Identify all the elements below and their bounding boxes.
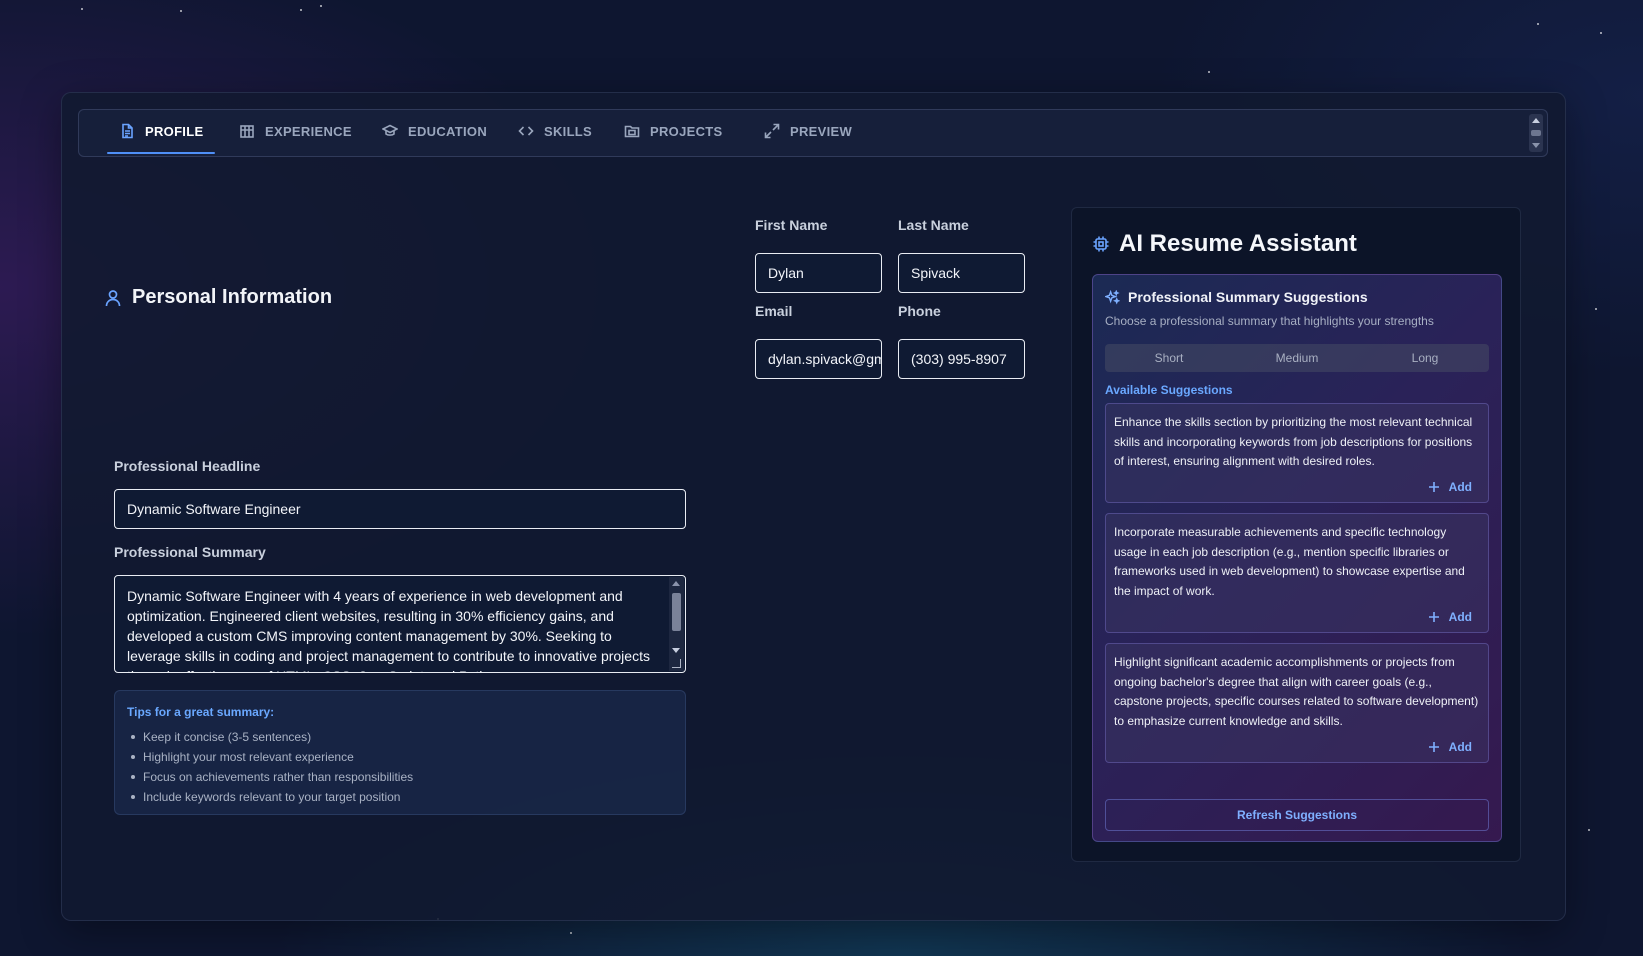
tab-profile[interactable]: PROFILE <box>106 110 216 154</box>
suggestion-text: Incorporate measurable achievements and … <box>1114 525 1465 598</box>
summary-textarea[interactable]: Dynamic Software Engineer with 4 years o… <box>114 575 686 673</box>
length-selector: Short Medium Long <box>1105 344 1489 372</box>
tab-bar: PROFILE EXPERIENCE EDUCATION SKILLS PROJ… <box>78 109 1548 157</box>
graduation-cap-icon <box>382 124 398 136</box>
email-field[interactable]: dylan.spivack@gmail.com <box>755 339 882 379</box>
ai-assistant-title: AI Resume Assistant <box>1092 230 1357 258</box>
plus-icon <box>1428 612 1439 622</box>
cpu-chip-icon <box>1093 236 1109 252</box>
suggestion-card: Incorporate measurable achievements and … <box>1105 513 1489 633</box>
tab-label: EDUCATION <box>408 123 488 139</box>
tab-label: PROJECTS <box>650 123 723 139</box>
add-label: Add <box>1448 480 1472 494</box>
add-label: Add <box>1448 740 1472 754</box>
tips-title: Tips for a great summary: <box>127 705 275 719</box>
summary-scrollbar[interactable] <box>669 577 684 657</box>
add-suggestion-button[interactable]: Add <box>1428 740 1472 754</box>
summary-label: Professional Summary <box>114 544 266 560</box>
document-icon <box>122 123 133 139</box>
add-label: Add <box>1448 610 1472 624</box>
tab-projects[interactable]: PROJECTS <box>624 110 722 152</box>
ai-assistant-title-text: AI Resume Assistant <box>1119 230 1357 257</box>
tips-list: Keep it concise (3-5 sentences) Highligh… <box>127 727 673 807</box>
tip-item: Keep it concise (3-5 sentences) <box>127 727 673 747</box>
tab-label: EXPERIENCE <box>265 123 352 139</box>
code-icon <box>518 126 534 136</box>
resume-builder-card: PROFILE EXPERIENCE EDUCATION SKILLS PROJ… <box>61 92 1566 921</box>
suggestion-card: Enhance the skills section by prioritizi… <box>1105 403 1489 503</box>
last-name-label: Last Name <box>898 217 969 233</box>
add-suggestion-button[interactable]: Add <box>1428 610 1472 624</box>
summary-text: Dynamic Software Engineer with 4 years o… <box>127 588 650 672</box>
tab-label: PREVIEW <box>790 123 853 139</box>
tip-item: Highlight your most relevant experience <box>127 747 673 767</box>
plus-icon <box>1428 742 1439 752</box>
first-name-field[interactable]: Dylan <box>755 253 882 293</box>
phone-field[interactable]: (303) 995-8907 <box>898 339 1025 379</box>
tab-education[interactable]: EDUCATION <box>382 110 487 152</box>
add-suggestion-button[interactable]: Add <box>1428 480 1472 494</box>
tab-scrollbar[interactable] <box>1529 114 1543 152</box>
ai-assistant-panel: AI Resume Assistant Professional Summary… <box>1071 207 1521 862</box>
length-medium-button[interactable]: Medium <box>1233 344 1361 372</box>
headline-field[interactable]: Dynamic Software Engineer <box>114 489 686 529</box>
tip-item: Include keywords relevant to your target… <box>127 787 673 807</box>
length-long-button[interactable]: Long <box>1361 344 1489 372</box>
summary-tips: Tips for a great summary: Keep it concis… <box>114 690 686 815</box>
last-name-field[interactable]: Spivack <box>898 253 1025 293</box>
tab-label: PROFILE <box>145 123 204 139</box>
section-title: Personal Information <box>104 286 332 309</box>
user-icon <box>105 289 121 306</box>
tip-item: Focus on achievements rather than respon… <box>127 767 673 787</box>
tab-preview[interactable]: PREVIEW <box>764 110 852 152</box>
sparkles-icon <box>1105 289 1120 304</box>
tab-label: SKILLS <box>544 123 593 139</box>
suggestions-title: Professional Summary Suggestions <box>1128 289 1368 305</box>
resize-handle[interactable] <box>669 656 684 671</box>
available-suggestions-label: Available Suggestions <box>1105 383 1233 397</box>
tab-experience[interactable]: EXPERIENCE <box>239 110 352 152</box>
length-short-button[interactable]: Short <box>1105 344 1233 372</box>
phone-label: Phone <box>898 303 941 319</box>
suggestions-subtitle: Choose a professional summary that highl… <box>1105 314 1434 328</box>
expand-icon <box>764 123 780 139</box>
tab-skills[interactable]: SKILLS <box>518 110 592 152</box>
suggestions-box: Professional Summary Suggestions Choose … <box>1092 274 1502 842</box>
plus-icon <box>1428 482 1439 492</box>
building-icon <box>240 125 254 138</box>
suggestion-text: Highlight significant academic accomplis… <box>1114 655 1479 728</box>
suggestion-card: Highlight significant academic accomplis… <box>1105 643 1489 763</box>
refresh-suggestions-button[interactable]: Refresh Suggestions <box>1105 799 1489 831</box>
email-label: Email <box>755 303 793 319</box>
folder-icon <box>624 125 640 138</box>
section-title-text: Personal Information <box>132 286 333 308</box>
first-name-label: First Name <box>755 217 828 233</box>
suggestion-text: Enhance the skills section by prioritizi… <box>1114 415 1473 468</box>
suggestions-header: Professional Summary Suggestions <box>1105 289 1368 305</box>
headline-label: Professional Headline <box>114 458 261 474</box>
